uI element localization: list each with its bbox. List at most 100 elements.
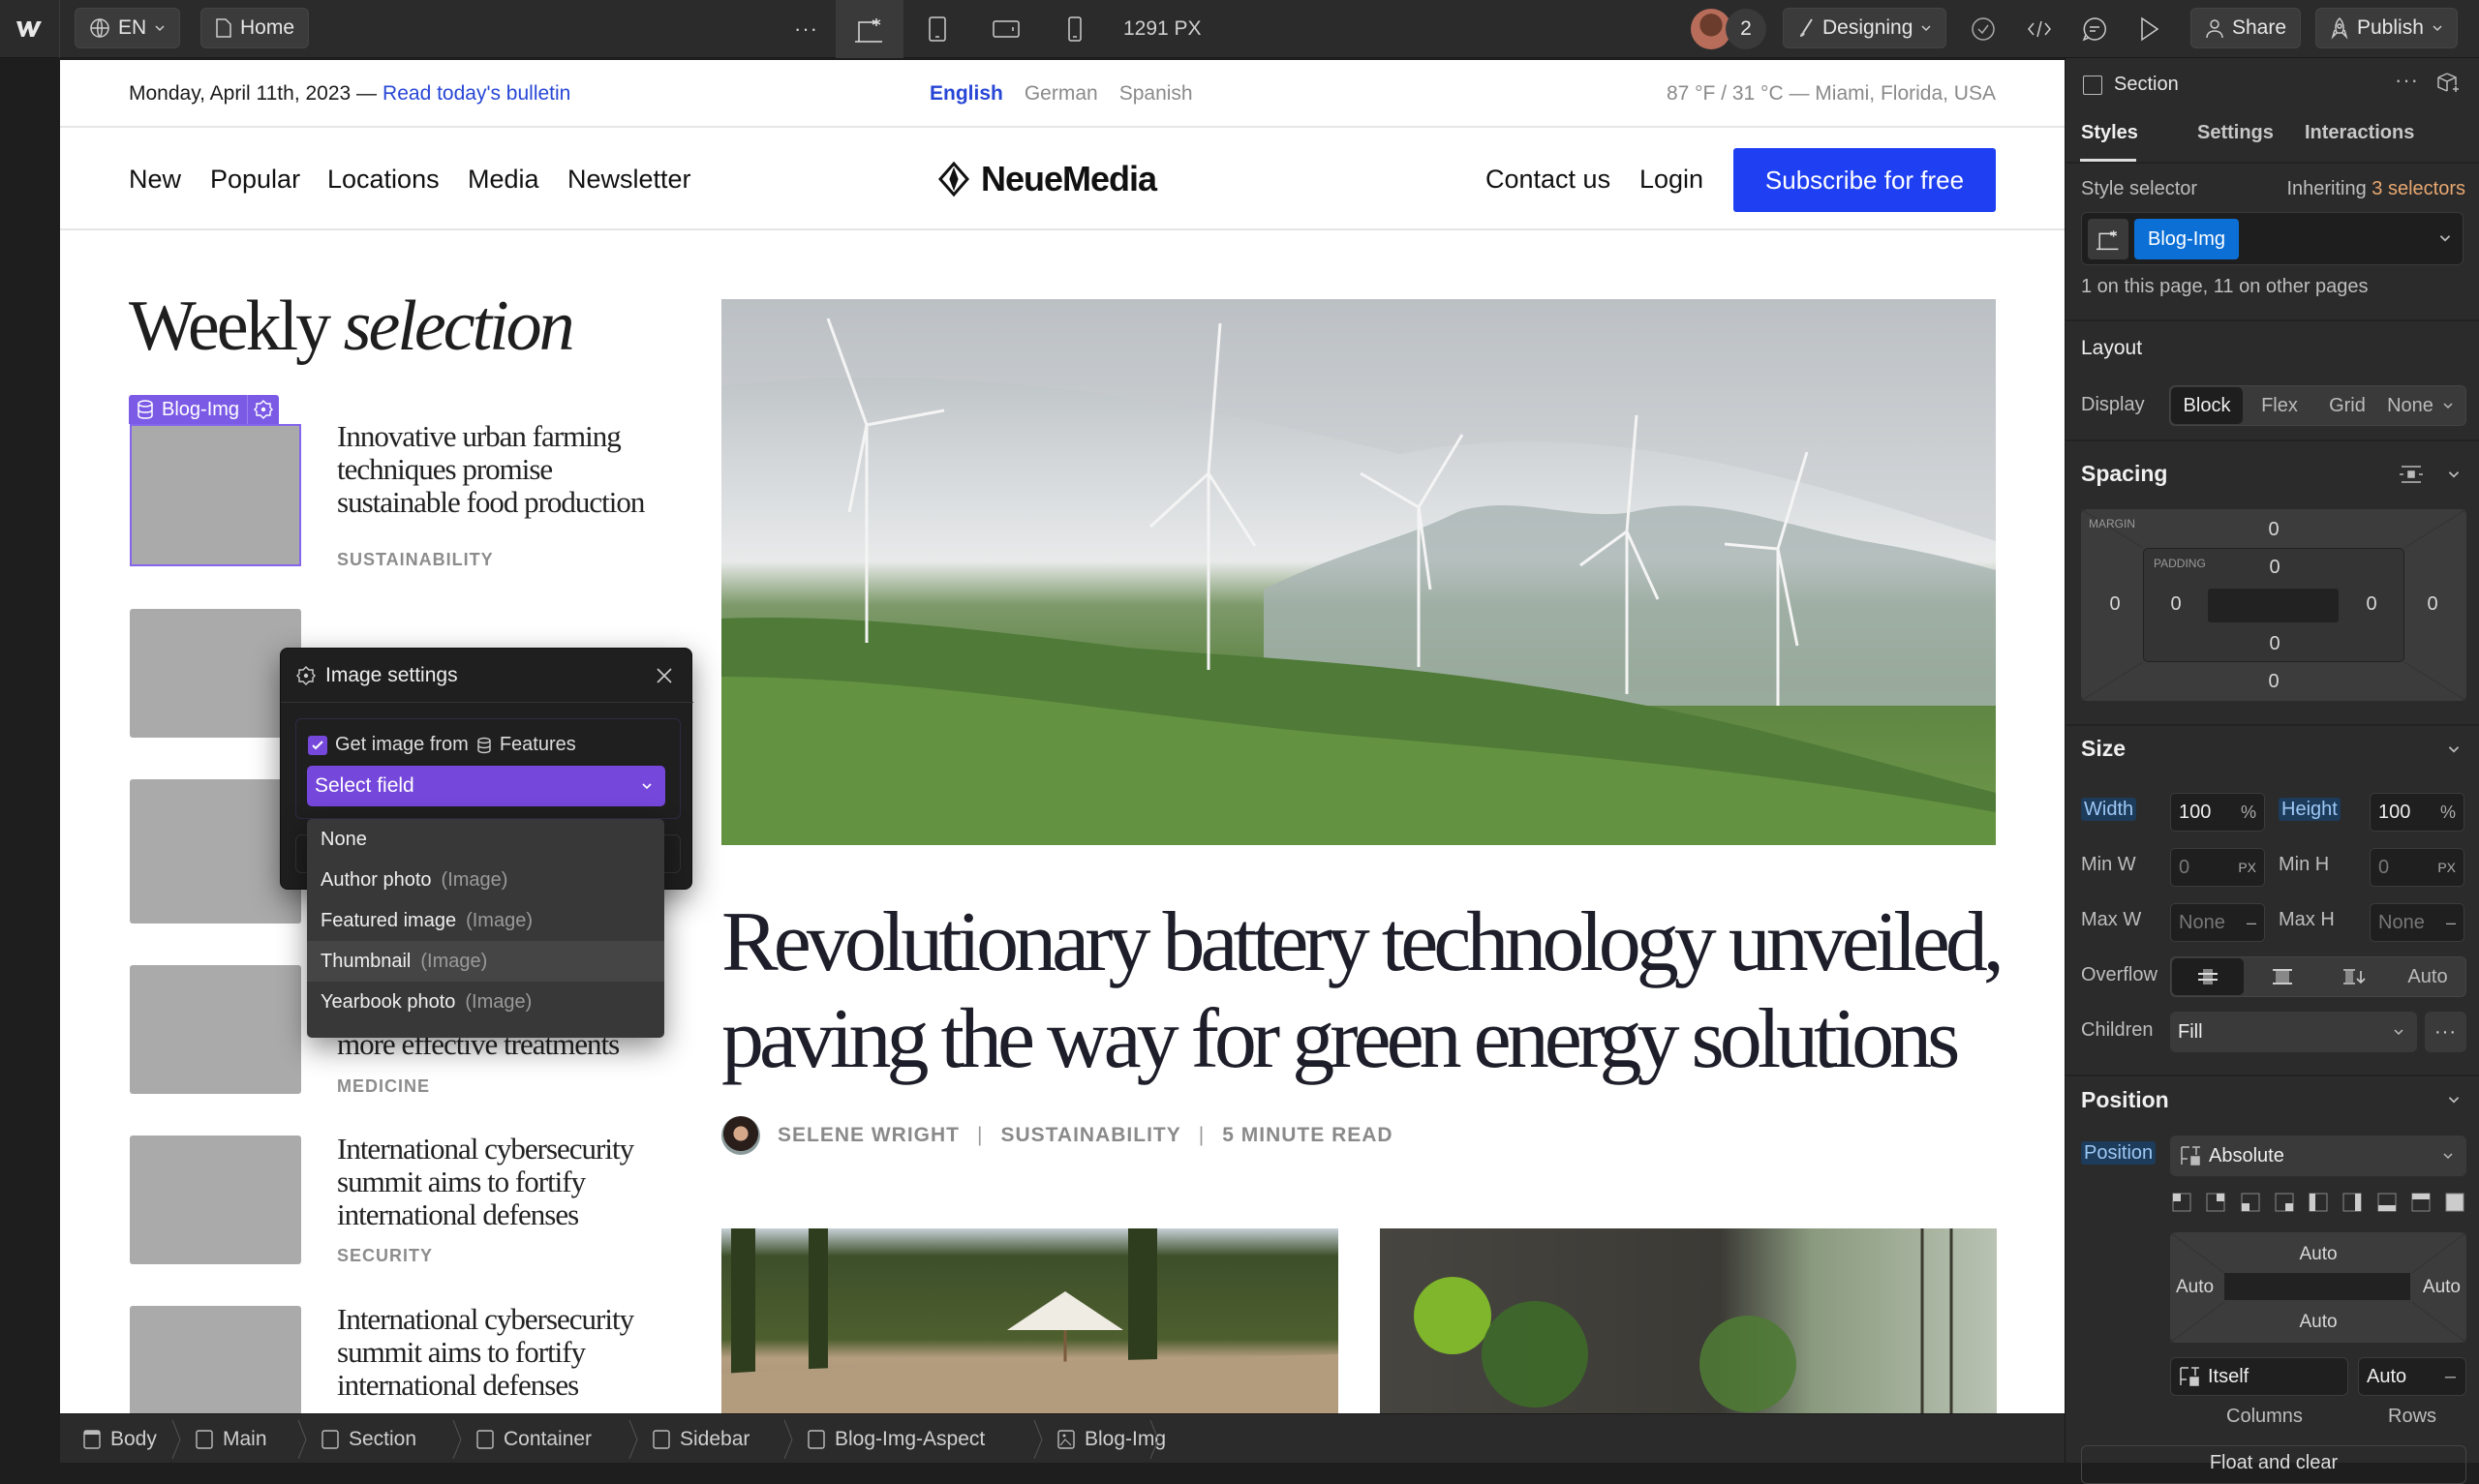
feature-category[interactable]: SUSTAINABILITY [1000,1124,1180,1147]
display-block[interactable]: Block [2171,387,2243,424]
selector-class-pill[interactable]: Blog-Img [2134,219,2240,259]
option-featured-image[interactable]: Featured image (Image) [307,900,664,941]
width-input[interactable]: 100% [2170,793,2265,832]
preset-right-icon[interactable] [2342,1193,2362,1212]
spacing-mode-icon[interactable] [2398,464,2425,485]
preset-top-left-icon[interactable] [2172,1193,2191,1212]
breadcrumb-container[interactable]: Container [476,1414,592,1464]
nav-link-contact[interactable]: Contact us [1485,128,1610,230]
language-spanish[interactable]: Spanish [1119,82,1193,106]
chevron-down-icon[interactable] [2446,742,2462,757]
tab-styles[interactable]: Styles [2081,122,2138,144]
more-options-button[interactable]: ··· [794,0,818,58]
nav-link-locations[interactable]: Locations [327,128,440,230]
select-field-dropdown[interactable]: Select field [307,766,665,806]
create-component-icon[interactable] [2435,72,2461,97]
offset-left[interactable]: Auto [2176,1277,2214,1298]
margin-left[interactable]: 0 [2100,593,2129,616]
site-logo[interactable]: NeueMedia [936,128,1157,230]
locale-switcher[interactable]: EN [75,8,181,48]
breakpoint-desktop-base-icon[interactable] [836,0,903,58]
get-image-checkbox[interactable] [308,735,327,755]
comments-icon[interactable] [2066,0,2124,58]
webflow-logo-icon[interactable] [0,0,58,58]
author-name[interactable]: SELENE WRIGHT [778,1124,960,1147]
article-title[interactable]: International cybersecurity summit aims … [337,1133,647,1231]
breakpoint-tablet-icon[interactable] [908,0,966,58]
publish-button[interactable]: Publish [2315,8,2458,48]
nav-link-media[interactable]: Media [468,128,539,230]
article-thumbnail[interactable] [130,779,301,924]
min-height-input[interactable]: 0 PX [2370,848,2464,887]
hero-image[interactable] [721,299,1996,845]
selected-element-badge[interactable]: Blog-Img [129,395,280,424]
inheriting-count[interactable]: 3 selectors [2372,178,2465,199]
page-switcher[interactable]: Home [200,8,310,48]
language-english[interactable]: English [930,82,1003,106]
breadcrumb-body[interactable]: Body [83,1414,157,1464]
preview-play-icon[interactable] [2121,0,2179,58]
breadcrumb-main[interactable]: Main [196,1414,267,1464]
bulletin-link[interactable]: Read today's bulletin [383,82,570,106]
tab-interactions[interactable]: Interactions [2305,122,2414,144]
breadcrumb-blog-img-aspect[interactable]: Blog-Img-Aspect [808,1414,985,1464]
padding-top[interactable]: 0 [2144,557,2405,579]
option-thumbnail[interactable]: Thumbnail (Image) [307,941,664,982]
nav-link-popular[interactable]: Popular [210,128,300,230]
margin-right[interactable]: 0 [2418,593,2447,616]
position-select[interactable]: Absolute [2170,1136,2466,1176]
padding-bottom[interactable]: 0 [2144,633,2405,655]
chevron-down-icon[interactable] [2446,1092,2462,1107]
padding-left[interactable]: 0 [2161,593,2190,616]
option-author-photo[interactable]: Author photo (Image) [307,860,664,900]
element-more-button[interactable]: ··· [2395,68,2419,93]
preset-left-icon[interactable] [2309,1193,2328,1212]
feature-headline[interactable]: Revolutionary battery technology unveile… [721,894,2058,1088]
children-more-button[interactable]: ··· [2425,1012,2466,1052]
offset-top[interactable]: Auto [2170,1244,2466,1265]
overflow-hidden-icon[interactable] [2247,958,2318,995]
article-thumbnail[interactable] [130,965,301,1094]
preset-top-right-icon[interactable] [2206,1193,2225,1212]
article-thumbnail-selected[interactable] [130,424,301,566]
breakpoint-mobile-portrait-icon[interactable] [1046,0,1104,58]
max-height-input[interactable]: None – [2370,903,2464,942]
language-german[interactable]: German [1025,82,1098,106]
article-thumbnail[interactable] [130,1136,301,1264]
relative-to-select[interactable]: Itself [2170,1357,2348,1396]
close-icon[interactable] [653,664,676,687]
min-width-input[interactable]: 0 PX [2170,848,2265,887]
overflow-auto[interactable]: Auto [2390,958,2465,995]
overflow-visible-icon[interactable] [2172,958,2244,995]
option-yearbook-photo[interactable]: Yearbook photo (Image) [307,982,664,1022]
children-select[interactable]: Fill [2170,1012,2417,1052]
float-and-clear-button[interactable]: Float and clear [2081,1445,2466,1484]
mode-switcher[interactable]: Designing [1783,8,1947,48]
offset-bottom[interactable]: Auto [2170,1312,2466,1333]
preset-bottom-icon[interactable] [2377,1193,2397,1212]
chevron-down-icon[interactable] [2446,467,2462,482]
code-icon[interactable] [2010,0,2068,58]
article-image-garden[interactable] [721,1228,1338,1413]
max-width-input[interactable]: None – [2170,903,2265,942]
display-none[interactable]: None [2381,387,2439,424]
article-thumbnail[interactable] [130,609,301,738]
share-button[interactable]: Share [2190,8,2302,48]
preset-bottom-left-icon[interactable] [2241,1193,2260,1212]
tab-settings[interactable]: Settings [2197,122,2274,144]
display-grid[interactable]: Grid [2313,387,2381,424]
nav-link-login[interactable]: Login [1639,128,1703,230]
offset-right[interactable]: Auto [2423,1277,2461,1298]
breakpoint-mobile-landscape-icon[interactable] [977,0,1035,58]
article-image-courtyard[interactable] [1380,1228,1997,1413]
breadcrumb-sidebar[interactable]: Sidebar [653,1414,750,1464]
collaborator-count[interactable]: 2 [1726,9,1766,49]
audit-check-icon[interactable] [1954,0,2012,58]
article-thumbnail[interactable] [130,1306,301,1413]
nav-link-new[interactable]: New [129,128,181,230]
preset-bottom-right-icon[interactable] [2275,1193,2294,1212]
preset-full-icon[interactable] [2445,1193,2464,1212]
overflow-scroll-icon[interactable] [2318,958,2390,995]
style-selector-input[interactable]: Blog-Img [2081,212,2464,265]
option-none[interactable]: None [307,819,664,860]
